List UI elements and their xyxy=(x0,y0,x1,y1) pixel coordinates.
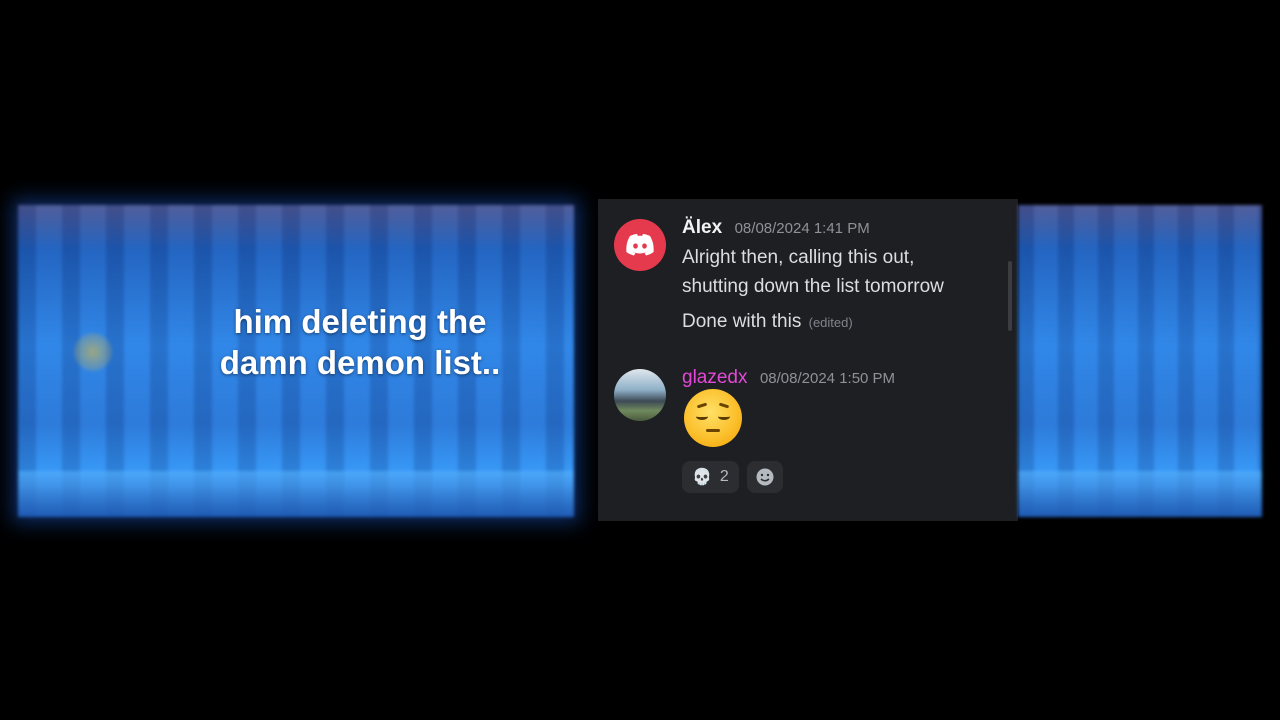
message-line: shutting down the list tomorrow xyxy=(682,276,944,297)
emoji-eye-right xyxy=(718,413,730,420)
emoji-mouth xyxy=(706,429,720,432)
timestamp: 08/08/2024 1:41 PM xyxy=(734,220,870,237)
meme-caption: him deleting the damn demon list.. xyxy=(180,301,540,383)
background-ground xyxy=(18,471,574,517)
reaction-bar: 💀 2 xyxy=(682,461,783,493)
reaction-count: 2 xyxy=(719,468,729,485)
skull-emoji-icon: 💀 xyxy=(692,469,712,486)
blurred-game-background-right xyxy=(1018,205,1262,517)
caption-line-2: damn demon list.. xyxy=(219,344,501,381)
background-orb xyxy=(74,333,112,371)
username[interactable]: Älex xyxy=(682,217,722,238)
followup-text: Done with this xyxy=(682,311,802,332)
video-strip: him deleting the damn demon list.. Älex … xyxy=(0,199,1280,521)
add-reaction-button[interactable] xyxy=(746,461,783,493)
discord-controller-icon xyxy=(626,234,654,256)
emoji-brow-left xyxy=(696,402,708,409)
emoji-brow-right xyxy=(718,402,730,409)
followup-message: Done with this (edited) xyxy=(682,307,1002,337)
message-line: Alright then, calling this out, xyxy=(682,247,915,268)
discord-chat-panel: Älex 08/08/2024 1:41 PM Alright then, ca… xyxy=(598,199,1018,521)
discord-logo-icon[interactable] xyxy=(614,219,666,271)
add-reaction-icon xyxy=(756,468,774,486)
reaction-skull[interactable]: 💀 2 xyxy=(682,461,739,493)
timestamp: 08/08/2024 1:50 PM xyxy=(759,370,896,387)
emoji-eye-left xyxy=(696,413,708,420)
avatar[interactable] xyxy=(614,369,666,421)
edited-label: (edited) xyxy=(808,315,853,330)
pensive-face-emoji xyxy=(684,389,742,447)
message-header: glazedx 08/08/2024 1:50 PM xyxy=(682,367,895,389)
username[interactable]: glazedx xyxy=(682,367,748,388)
message-header: Älex 08/08/2024 1:41 PM xyxy=(682,217,870,239)
caption-line-1: him deleting the xyxy=(233,303,487,340)
message-text: Alright then, calling this out, shutting… xyxy=(682,243,1002,301)
scrollbar[interactable] xyxy=(1008,261,1012,331)
background-ground xyxy=(1018,471,1262,517)
